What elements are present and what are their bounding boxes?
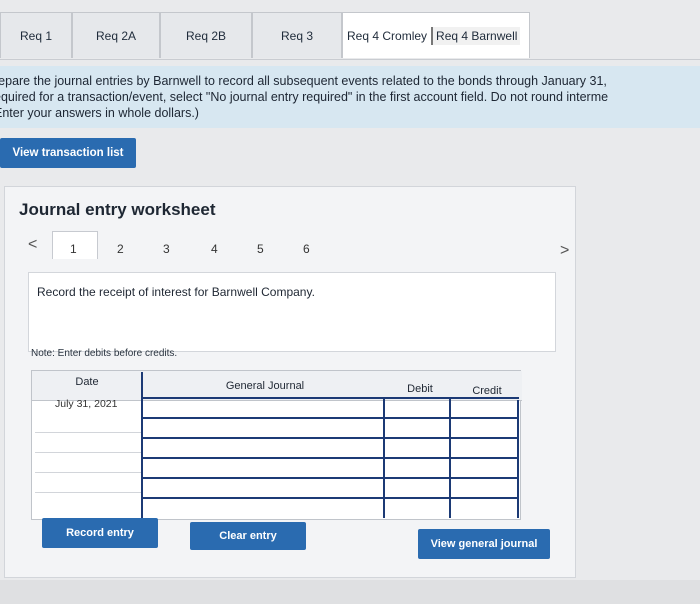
row-divider (35, 472, 141, 473)
tab-req-2a[interactable]: Req 2A (72, 12, 160, 58)
row-divider (35, 432, 141, 433)
debit-field-row-1[interactable] (387, 400, 447, 416)
grid-line (141, 497, 519, 499)
date-cell[interactable]: July 31, 2021 (55, 398, 117, 410)
instruction-line-2: equired for a transaction/event, select … (0, 90, 609, 104)
transaction-description: Record the receipt of interest for Barnw… (37, 285, 315, 299)
instruction-banner: repare the journal entries by Barnwell t… (0, 66, 700, 128)
column-header-date: Date (75, 376, 99, 388)
tab-bar: Req 1 Req 2A Req 2B Req 3 Req 4 Cromley … (0, 10, 700, 60)
account-field-row-1[interactable] (145, 400, 381, 416)
pager-item-6[interactable]: 6 (303, 242, 310, 256)
tab-req-3[interactable]: Req 3 (252, 12, 342, 58)
next-page-arrow[interactable]: > (560, 242, 569, 260)
grid-line (141, 417, 519, 419)
tab-req-2b[interactable]: Req 2B (160, 12, 252, 58)
clear-entry-button[interactable]: Clear entry (190, 522, 306, 550)
pager-item-2[interactable]: 2 (117, 242, 124, 256)
column-header-general-journal: General Journal (225, 380, 305, 392)
column-header-credit: Credit (472, 385, 502, 397)
column-header-debit: Debit (407, 383, 433, 395)
pager-item-1[interactable]: 1 (70, 242, 77, 256)
pager-item-4[interactable]: 4 (211, 242, 218, 256)
row-divider (35, 452, 141, 453)
instruction-line-1: repare the journal entries by Barnwell t… (0, 74, 607, 88)
pager-item-3[interactable]: 3 (163, 242, 170, 256)
view-transaction-list-button[interactable]: View transaction list (0, 138, 136, 168)
page-bottom (0, 580, 700, 604)
grid-line (141, 457, 519, 459)
grid-line (141, 477, 519, 479)
prev-page-arrow[interactable]: < (28, 236, 37, 254)
debits-credits-note: Note: Enter debits before credits. (31, 348, 178, 359)
description-box (28, 272, 556, 352)
tab-group-req-4: Req 4 Cromley Req 4 Barnwell (342, 12, 530, 58)
grid-line (141, 437, 519, 439)
grid-line (141, 397, 519, 399)
worksheet-title: Journal entry worksheet (19, 200, 216, 219)
tab-req-1[interactable]: Req 1 (0, 12, 72, 58)
view-general-journal-button[interactable]: View general journal (418, 529, 550, 559)
tab-req-4-cromley[interactable]: Req 4 Cromley (347, 29, 427, 43)
instruction-line-3: Enter your answers in whole dollars.) (0, 106, 199, 120)
credit-field-row-1[interactable] (453, 400, 515, 416)
pager-item-5[interactable]: 5 (257, 242, 264, 256)
tab-req-4-barnwell[interactable]: Req 4 Barnwell (431, 26, 521, 45)
record-entry-button[interactable]: Record entry (42, 518, 158, 548)
row-divider (35, 492, 141, 493)
